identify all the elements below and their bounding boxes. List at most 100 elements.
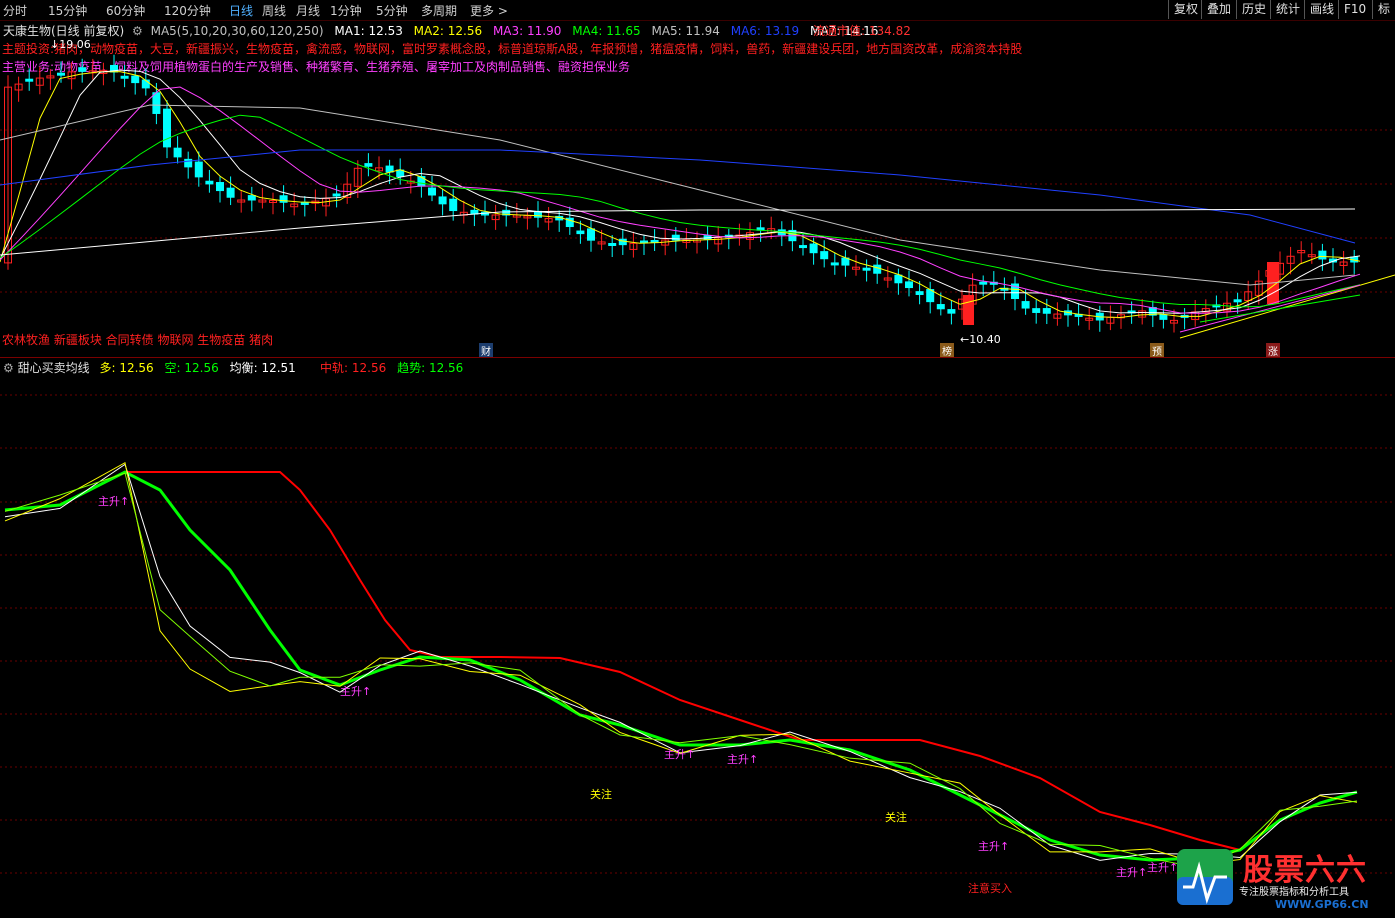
- overlay-button[interactable]: 叠加: [1201, 0, 1236, 19]
- draw-line-button[interactable]: 画线: [1304, 0, 1339, 19]
- candlestick-chart[interactable]: [0, 20, 1395, 358]
- candle-body: [57, 72, 65, 76]
- candle-body: [163, 108, 171, 148]
- candle-body: [809, 243, 818, 254]
- candle-body: [862, 267, 871, 271]
- candle-body: [1042, 308, 1051, 314]
- signal-up-5: 主升↑: [978, 840, 1010, 853]
- candle-body: [438, 196, 447, 205]
- candle-body: [1318, 250, 1327, 260]
- candle-body: [247, 195, 256, 201]
- tab-monthly[interactable]: 月线: [296, 2, 320, 19]
- logo-icon: [1177, 849, 1233, 905]
- tab-5min[interactable]: 5分钟: [376, 2, 408, 19]
- big-rise-candle: [963, 295, 974, 325]
- tab-60min[interactable]: 60分钟: [106, 2, 145, 19]
- candle-body: [873, 264, 882, 274]
- candle-body: [120, 75, 129, 79]
- watermark-subtitle: 专注股票指标和分析工具: [1239, 887, 1349, 898]
- badge-forecast[interactable]: 预: [1150, 343, 1164, 358]
- ma2-line: [0, 71, 1361, 319]
- ma6-line: [0, 149, 1356, 244]
- candle-body: [141, 79, 150, 89]
- tab-timeshare[interactable]: 分时: [3, 2, 27, 19]
- candle-body: [205, 180, 214, 185]
- restore-rights-button[interactable]: 复权: [1168, 0, 1203, 19]
- candle-body: [364, 163, 373, 167]
- candle-body: [1159, 314, 1168, 320]
- candle-body: [417, 176, 426, 187]
- candle-body: [799, 245, 807, 249]
- candle-body: [915, 291, 924, 295]
- long-line: [4, 461, 1358, 865]
- candle-body: [173, 147, 182, 158]
- low-price-value: 10.40: [969, 333, 1001, 346]
- candle-body: [979, 281, 988, 285]
- statistics-button[interactable]: 统计: [1270, 0, 1305, 19]
- candle-body: [618, 238, 627, 246]
- signal-up-7: 主升↑: [1147, 861, 1179, 874]
- signal-up-3: 主升↑: [664, 748, 696, 761]
- tab-more[interactable]: 更多 >: [470, 2, 508, 19]
- candle-body: [576, 230, 585, 235]
- panel-divider: [0, 357, 1395, 358]
- candle-body: [1233, 299, 1242, 303]
- candle-body: [25, 78, 34, 82]
- candle-body: [428, 187, 436, 196]
- candle-body: [894, 274, 903, 284]
- candle-body: [936, 304, 945, 310]
- ma4-line: [0, 114, 1361, 308]
- ma7-line: [0, 208, 1356, 256]
- ma1-line: [0, 69, 1361, 314]
- signal-up-2: 主升↑: [340, 685, 372, 698]
- period-toolbar: 分时 15分钟 60分钟 120分钟 日线 周线 月线 1分钟 5分钟 多周期 …: [0, 0, 1395, 21]
- badge-finance[interactable]: 财: [479, 343, 493, 358]
- candle-body: [216, 182, 224, 192]
- candle-body: [78, 67, 87, 72]
- ma3-line: [0, 86, 1361, 314]
- tab-120min[interactable]: 120分钟: [164, 2, 211, 19]
- ma5-line: [0, 104, 1356, 286]
- more-label: 更多: [470, 4, 495, 18]
- badge-rank[interactable]: 榜: [940, 343, 954, 358]
- tab-weekly[interactable]: 周线: [262, 2, 286, 19]
- history-button[interactable]: 历史: [1236, 0, 1271, 19]
- candle-body: [226, 187, 235, 198]
- candle-body: [152, 92, 161, 114]
- short-line: [4, 472, 1358, 869]
- signal-up-4: 主升↑: [727, 753, 759, 766]
- trend-line: [4, 470, 1358, 862]
- candle-body: [194, 161, 203, 178]
- candle-body: [820, 251, 829, 260]
- badge-rise[interactable]: 涨: [1266, 343, 1280, 358]
- f10-button[interactable]: F10: [1338, 0, 1371, 19]
- low-price-label: ←10.40: [960, 333, 1001, 346]
- signal-watch-2: 关注: [885, 811, 907, 824]
- signal-watch-1: 关注: [590, 788, 612, 801]
- candle-body: [332, 193, 341, 197]
- candle-body: [1032, 308, 1041, 313]
- signal-up-1: 主升↑: [98, 495, 130, 508]
- tab-daily[interactable]: 日线: [229, 2, 253, 19]
- candle-body: [1021, 301, 1030, 309]
- candle-body: [905, 281, 913, 289]
- balance-line: [4, 463, 1358, 861]
- chevron-right-icon: >: [494, 4, 508, 18]
- watermark-logo: 股票六六 专注股票指标和分析工具 WWW.GP66.CN: [1175, 845, 1395, 918]
- candle-body: [300, 201, 309, 205]
- signal-up-6: 主升↑: [1116, 866, 1148, 879]
- sector-tags: 农林牧渔 新疆板块 合同转债 物联网 生物疫苗 猪肉: [2, 333, 274, 347]
- tab-15min[interactable]: 15分钟: [48, 2, 87, 19]
- tab-multi-period[interactable]: 多周期: [421, 2, 457, 19]
- mark-button[interactable]: 标: [1372, 0, 1395, 19]
- watermark-url: WWW.GP66.CN: [1275, 898, 1369, 911]
- candle-body: [947, 309, 956, 314]
- high-price-value: 19.06: [59, 38, 91, 51]
- candle-body: [385, 165, 394, 173]
- candle-body: [608, 243, 617, 247]
- indicator-chart[interactable]: [0, 373, 1395, 918]
- candle-body: [131, 75, 140, 84]
- candle-body: [830, 262, 839, 266]
- signal-buy: 注意买入: [968, 882, 1012, 895]
- tab-1min[interactable]: 1分钟: [330, 2, 362, 19]
